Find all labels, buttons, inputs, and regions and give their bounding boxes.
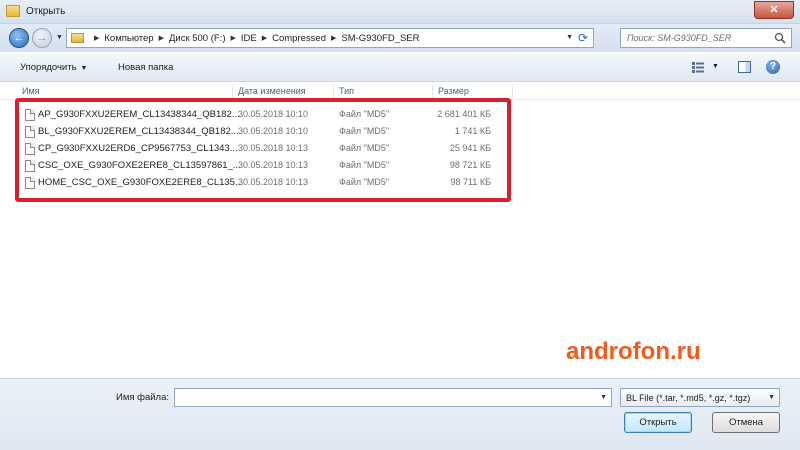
- search-input[interactable]: Поиск: SM-G930FD_SER: [620, 28, 792, 48]
- breadcrumb-item[interactable]: IDE: [241, 33, 257, 44]
- column-header-name[interactable]: Имя: [22, 86, 40, 96]
- title-bar: Открыть ✕: [0, 0, 800, 24]
- organize-button[interactable]: Упорядочить ▼: [20, 62, 87, 73]
- chevron-right-icon[interactable]: ▶: [262, 34, 267, 42]
- organize-label: Упорядочить: [20, 62, 77, 73]
- cancel-button[interactable]: Отмена: [712, 412, 780, 433]
- search-placeholder: Поиск: SM-G930FD_SER: [627, 33, 732, 43]
- refresh-icon[interactable]: ⟳: [575, 30, 591, 46]
- chevron-down-icon: ▼: [80, 65, 88, 72]
- column-header-date[interactable]: Дата изменения: [238, 86, 306, 96]
- chevron-right-icon[interactable]: ▶: [159, 34, 164, 42]
- chevron-down-icon: ▼: [768, 394, 775, 401]
- breadcrumb-item[interactable]: SM-G930FD_SER: [341, 33, 419, 44]
- search-icon[interactable]: [774, 32, 786, 44]
- column-divider[interactable]: [512, 85, 513, 98]
- view-options-icon[interactable]: [692, 62, 704, 73]
- bottom-panel: Имя файла: ▼ BL File (*.tar, *.md5, *.gz…: [0, 378, 800, 450]
- column-divider[interactable]: [333, 85, 334, 98]
- file-type-select[interactable]: BL File (*.tar, *.md5, *.gz, *.tgz) ▼: [620, 388, 780, 407]
- folder-icon: [6, 5, 20, 17]
- chevron-right-icon[interactable]: ▶: [331, 34, 336, 42]
- column-header-size[interactable]: Размер: [438, 86, 469, 96]
- breadcrumb-item[interactable]: Compressed: [272, 33, 326, 44]
- help-icon[interactable]: ?: [766, 60, 780, 74]
- open-button[interactable]: Открыть: [624, 412, 692, 433]
- forward-button[interactable]: →: [32, 28, 52, 48]
- filename-label: Имя файла:: [116, 392, 170, 403]
- recent-locations-dropdown[interactable]: ▼: [56, 34, 63, 41]
- highlight-frame: [15, 98, 511, 202]
- filename-dropdown[interactable]: ▼: [600, 394, 607, 401]
- view-dropdown[interactable]: ▼: [712, 63, 719, 70]
- back-button[interactable]: ←: [9, 28, 29, 48]
- column-header-type[interactable]: Тип: [339, 86, 354, 96]
- address-dropdown[interactable]: ▼: [566, 34, 573, 41]
- address-bar[interactable]: ▶ Компьютер ▶ Диск 500 (F:) ▶ IDE ▶ Comp…: [66, 28, 594, 48]
- breadcrumb-item[interactable]: Диск 500 (F:): [169, 33, 226, 44]
- close-button[interactable]: ✕: [754, 1, 794, 19]
- filename-field[interactable]: ▼: [174, 388, 612, 407]
- watermark: androfon.ru: [566, 338, 701, 365]
- new-folder-button[interactable]: Новая папка: [118, 62, 173, 73]
- chevron-right-icon[interactable]: ▶: [231, 34, 236, 42]
- breadcrumb: ▶ Компьютер ▶ Диск 500 (F:) ▶ IDE ▶ Comp…: [89, 29, 420, 47]
- preview-pane-icon[interactable]: [738, 61, 751, 73]
- chevron-right-icon[interactable]: ▶: [94, 34, 99, 42]
- file-type-value: BL File (*.tar, *.md5, *.gz, *.tgz): [626, 393, 751, 403]
- folder-icon: [71, 33, 84, 43]
- toolbar: Упорядочить ▼ Новая папка ▼ ?: [0, 52, 800, 82]
- breadcrumb-item[interactable]: Компьютер: [104, 33, 153, 44]
- window-title: Открыть: [26, 6, 66, 17]
- column-divider[interactable]: [232, 85, 233, 98]
- column-divider[interactable]: [432, 85, 433, 98]
- address-row: ← → ▼ ▶ Компьютер ▶ Диск 500 (F:) ▶ IDE …: [0, 24, 800, 52]
